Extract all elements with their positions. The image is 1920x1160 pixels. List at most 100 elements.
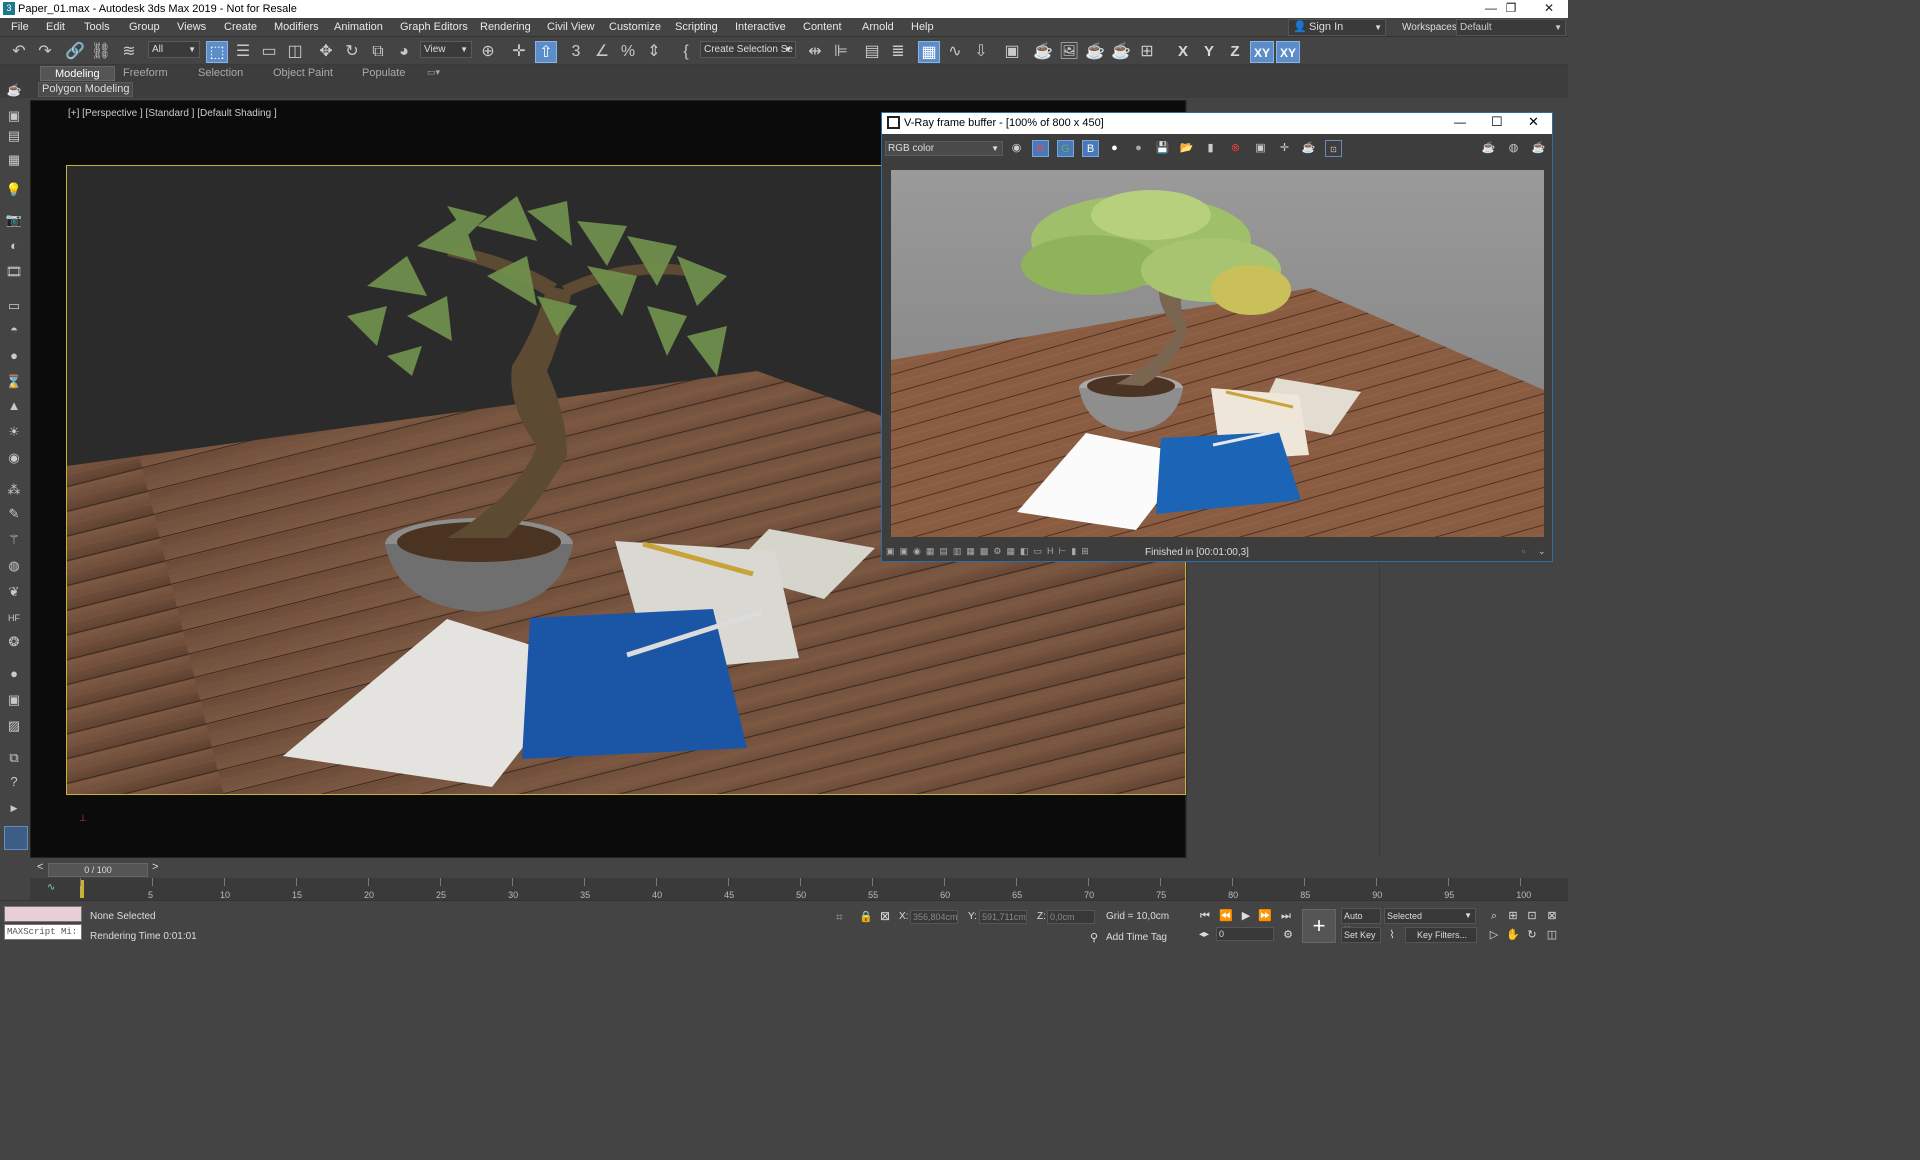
hf-icon[interactable]: HF <box>4 608 24 628</box>
render-production-icon[interactable]: ☕ <box>1084 41 1106 63</box>
orbit-icon[interactable]: ↻ <box>1524 927 1540 943</box>
set-keys-icon[interactable]: + <box>1302 909 1336 943</box>
blue-channel-button[interactable]: B <box>1082 140 1099 157</box>
scatter-icon[interactable]: ❂ <box>4 632 24 652</box>
menu-edit[interactable]: Edit <box>46 21 65 33</box>
maximize-viewport-icon[interactable]: ◫ <box>1544 927 1560 943</box>
restore-button[interactable]: ❐ <box>1496 0 1526 18</box>
help-icon[interactable]: ? <box>4 772 24 792</box>
menu-interactive[interactable]: Interactive <box>735 21 786 33</box>
teapot-icon[interactable]: ☕ <box>4 80 24 100</box>
align-icon[interactable]: ⊫ <box>830 41 852 63</box>
film-icon[interactable]: 🎞 <box>4 262 24 282</box>
render-teapot-icon[interactable]: ☕ <box>1530 140 1547 157</box>
menu-modifiers[interactable]: Modifiers <box>274 21 319 33</box>
tab-populate[interactable]: Populate <box>362 67 405 79</box>
x-coordinate-field[interactable]: 356,804cm <box>910 910 958 924</box>
render-last-icon[interactable]: ☕ <box>1300 140 1317 157</box>
box-icon[interactable]: ▭ <box>4 296 24 316</box>
snaps-toggle-icon[interactable]: 3 <box>565 41 587 63</box>
angle-snap-icon[interactable]: ∠ <box>591 41 613 63</box>
keyboard-shortcut-override-icon[interactable]: ⇧ <box>535 41 557 63</box>
key-mode-toggle-icon[interactable]: ◂▸ <box>1196 927 1212 943</box>
paint-icon[interactable]: ✎ <box>4 504 24 524</box>
close-button[interactable]: ✕ <box>1534 0 1564 18</box>
menu-content[interactable]: Content <box>803 21 842 33</box>
spinner-snap-icon[interactable]: ⇕ <box>643 41 665 63</box>
sign-in-dropdown[interactable]: 👤 Sign In ▼ <box>1288 19 1386 36</box>
window-crossing-icon[interactable]: ◫ <box>284 41 306 63</box>
close-icon[interactable]: ✕ <box>1528 114 1539 130</box>
save-icon[interactable]: 💾 <box>1154 140 1171 157</box>
menu-scripting[interactable]: Scripting <box>675 21 718 33</box>
edit-named-selection-icon[interactable]: { <box>675 41 697 63</box>
current-frame-field[interactable]: 0 <box>1216 927 1274 941</box>
material-editor-small-icon[interactable]: ▣ <box>4 690 24 710</box>
time-next-button[interactable]: > <box>152 861 158 873</box>
constraint-z-button[interactable]: Z <box>1223 41 1247 63</box>
select-object-icon[interactable]: ⬚ <box>206 41 228 63</box>
auto-key-button[interactable]: Auto Key <box>1341 908 1381 935</box>
rendered-frame-window-icon[interactable]: 🖼 <box>1058 41 1080 63</box>
workspaces-select[interactable]: Default ▼ <box>1456 19 1566 36</box>
key-filters-button[interactable]: Key Filters... <box>1405 927 1477 943</box>
vfb-expand-icon[interactable]: ⌄ <box>1538 546 1546 557</box>
layer-explorer-icon[interactable]: ≣ <box>887 41 909 63</box>
placement-icon[interactable]: ◕ <box>393 41 415 63</box>
constraint-x-button[interactable]: X <box>1171 41 1195 63</box>
viewport-label[interactable]: [+] [Perspective ] [Standard ] [Default … <box>68 108 277 119</box>
link-icon[interactable]: 🔗 <box>64 41 86 63</box>
menu-civil-view[interactable]: Civil View <box>547 21 594 33</box>
sun-icon[interactable]: ☀ <box>4 422 24 442</box>
time-configuration-icon[interactable]: ⚙ <box>1280 927 1296 943</box>
time-tag-icon[interactable]: ⚲ <box>1090 931 1098 944</box>
region-render-icon[interactable]: ▣ <box>1252 140 1269 157</box>
menu-help[interactable]: Help <box>911 21 934 33</box>
default-in-out-tangent-icon[interactable]: ⌇ <box>1384 927 1400 943</box>
stop-render-icon[interactable]: ⊗ <box>1227 140 1244 157</box>
add-time-tag[interactable]: Add Time Tag <box>1106 932 1167 943</box>
rendered-image[interactable] <box>891 170 1544 537</box>
key-mode-select[interactable]: Selected ▼ <box>1384 908 1476 924</box>
viewport-layout-icon[interactable] <box>4 826 28 850</box>
percent-snap-icon[interactable]: % <box>617 41 639 63</box>
previous-frame-icon[interactable]: ⏪ <box>1218 908 1234 924</box>
named-selection-set-select[interactable]: Create Selection Se ▼ <box>700 41 796 58</box>
vfb-icon[interactable]: ▨ <box>4 716 24 736</box>
menu-tools[interactable]: Tools <box>84 21 110 33</box>
menu-animation[interactable]: Animation <box>334 21 383 33</box>
zoom-extents-all-icon[interactable]: ⊠ <box>1544 908 1560 924</box>
vfb-bottom-toolbar-icons[interactable]: ▣▣◉▦▤▥▦▩⚙▦◧▭H⊢▮⊞ <box>886 546 1094 557</box>
redo-icon[interactable]: ↷ <box>34 41 56 63</box>
hemisphere-icon[interactable]: ◓ <box>4 320 24 340</box>
bones-icon[interactable]: ⚚ <box>4 530 24 550</box>
schematic-view-icon[interactable]: ⇩ <box>970 41 992 63</box>
menu-group[interactable]: Group <box>129 21 160 33</box>
panel-icon[interactable]: ▤ <box>4 126 24 146</box>
clear-icon[interactable]: ▮ <box>1202 140 1219 157</box>
time-prev-button[interactable]: < <box>37 861 43 873</box>
zoom-icon[interactable]: ⊡ <box>1325 140 1342 157</box>
play-icon[interactable]: ▶ <box>1238 908 1254 924</box>
undo-icon[interactable]: ↶ <box>8 41 30 63</box>
scene-explorer-icon[interactable]: ▤ <box>861 41 883 63</box>
select-manipulate-icon[interactable]: ✛ <box>508 41 530 63</box>
menu-arnold[interactable]: Arnold <box>862 21 894 33</box>
reference-coordinate-select[interactable]: View ▼ <box>420 41 472 58</box>
zoom-icon[interactable]: ⌕ <box>1486 908 1502 924</box>
constraint-y-button[interactable]: Y <box>1197 41 1221 63</box>
menu-rendering[interactable]: Rendering <box>480 21 531 33</box>
set-key-button[interactable]: Set Key <box>1341 927 1381 943</box>
go-to-end-icon[interactable]: ⏭ <box>1278 908 1294 924</box>
maximize-icon[interactable]: ☐ <box>1491 114 1503 130</box>
mono-icon[interactable]: ● <box>1130 140 1147 157</box>
color-corrections-icon[interactable]: ◉ <box>1008 140 1025 157</box>
select-by-name-icon[interactable]: ☰ <box>232 41 254 63</box>
selection-filter-select[interactable]: All ▼ <box>148 41 200 58</box>
tube-icon[interactable]: ⌛ <box>4 372 24 392</box>
light-icon[interactable]: 💡 <box>4 180 24 200</box>
render-iterative-icon[interactable]: ☕ <box>1110 41 1132 63</box>
tab-selection[interactable]: Selection <box>198 67 243 79</box>
minimize-icon[interactable]: — <box>1454 115 1466 129</box>
render-icon[interactable]: ▣ <box>4 106 24 126</box>
